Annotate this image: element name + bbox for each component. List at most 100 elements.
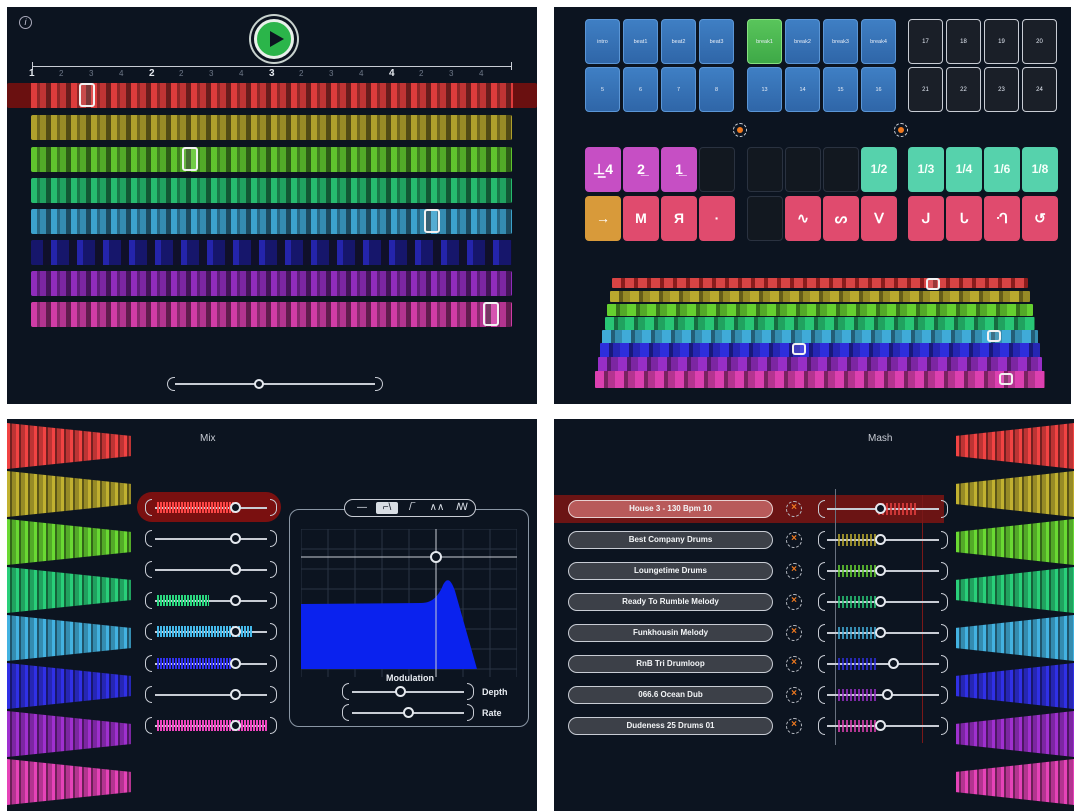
scene-pad[interactable]: 7 — [661, 67, 696, 112]
fx-pad[interactable]: → — [585, 196, 621, 241]
scene-pad[interactable]: beat3 — [699, 19, 734, 64]
remove-icon[interactable]: × — [786, 687, 802, 703]
track-volume-knob[interactable] — [230, 626, 241, 637]
zoom-slider[interactable] — [167, 377, 383, 391]
track-volume-knob[interactable] — [230, 720, 241, 731]
filter-type-selector[interactable]: — ⌐\/‾ ∧∧ ꟿ — [344, 499, 476, 517]
scene-pad[interactable]: break2 — [785, 19, 820, 64]
fx-pad[interactable]: 1/6 — [984, 147, 1020, 192]
remove-icon[interactable]: × — [786, 594, 802, 610]
scene-pad[interactable]: 14 — [785, 67, 820, 112]
fx-pad[interactable]: ↺ — [1022, 196, 1058, 241]
filter-type-option[interactable]: ꟿ — [451, 502, 473, 514]
scene-pad[interactable]: break4 — [861, 19, 896, 64]
filter-type-option[interactable]: — — [351, 502, 373, 514]
scene-pad[interactable]: break1 — [747, 19, 782, 64]
loop-name-button[interactable]: House 3 - 130 Bpm 10 — [568, 500, 773, 518]
loop-volume-slider[interactable] — [818, 562, 948, 580]
loop-volume-knob[interactable] — [875, 565, 886, 576]
track-position-marker[interactable] — [79, 83, 95, 107]
track-volume-slider[interactable] — [145, 623, 277, 640]
scene-pad-empty[interactable]: 17 — [908, 19, 943, 64]
track-volume-slider[interactable] — [145, 717, 277, 734]
track-lane[interactable] — [31, 178, 512, 203]
fx-pad[interactable]: 1̲ — [661, 147, 697, 192]
fx-pad[interactable]: 2̲ — [623, 147, 659, 192]
loop-volume-knob[interactable] — [875, 720, 886, 731]
fx-left-knob[interactable] — [733, 123, 747, 137]
remove-icon[interactable]: × — [786, 656, 802, 672]
scene-pad-empty[interactable]: 20 — [1022, 19, 1057, 64]
scene-pad-empty[interactable]: 19 — [984, 19, 1019, 64]
loop-volume-slider[interactable] — [818, 500, 948, 518]
track-volume-slider[interactable] — [145, 561, 277, 578]
fx-pad[interactable]: ∿ — [785, 196, 821, 241]
scene-pad[interactable]: 6 — [623, 67, 658, 112]
zoom-slider-knob[interactable] — [254, 379, 264, 389]
track-lane[interactable] — [31, 115, 512, 140]
filter-graph[interactable] — [301, 529, 517, 677]
depth-slider[interactable] — [342, 683, 474, 700]
loop-name-button[interactable]: Best Company Drums — [568, 531, 773, 549]
loop-name-button[interactable]: RnB Tri Drumloop — [568, 655, 773, 673]
loop-name-button[interactable]: Loungetime Drums — [568, 562, 773, 580]
remove-icon[interactable]: × — [786, 563, 802, 579]
track-lane[interactable] — [31, 147, 512, 172]
track-position-marker[interactable] — [182, 147, 198, 171]
remove-icon[interactable]: × — [786, 532, 802, 548]
track-volume-slider[interactable] — [145, 592, 277, 609]
scene-pad[interactable]: beat2 — [661, 19, 696, 64]
track-volume-knob[interactable] — [230, 658, 241, 669]
filter-cutoff-knob[interactable] — [430, 551, 442, 563]
remove-icon[interactable]: × — [786, 501, 802, 517]
scene-pad[interactable]: intro — [585, 19, 620, 64]
scene-pad-empty[interactable]: 23 — [984, 67, 1019, 112]
fx-pad[interactable]: ᒐ — [946, 196, 982, 241]
track-volume-slider[interactable] — [145, 499, 277, 516]
fx-right-knob[interactable] — [894, 123, 908, 137]
track-volume-slider[interactable] — [145, 686, 277, 703]
fx-pad[interactable]: 1/4 — [946, 147, 982, 192]
rate-slider-knob[interactable] — [403, 707, 414, 718]
fx-pad[interactable]: 1/3 — [908, 147, 944, 192]
loop-volume-slider[interactable] — [818, 624, 948, 642]
scene-pad-empty[interactable]: 21 — [908, 67, 943, 112]
scene-pad[interactable]: 5 — [585, 67, 620, 112]
scene-pad[interactable]: 16 — [861, 67, 896, 112]
scene-pad-empty[interactable]: 18 — [946, 19, 981, 64]
loop-volume-knob[interactable] — [875, 596, 886, 607]
loop-volume-slider[interactable] — [818, 593, 948, 611]
scene-pad-empty[interactable]: 24 — [1022, 67, 1057, 112]
loop-name-button[interactable]: 066.6 Ocean Dub — [568, 686, 773, 704]
scene-pad[interactable]: beat1 — [623, 19, 658, 64]
filter-type-option[interactable]: ∧∧ — [426, 502, 448, 514]
loop-volume-slider[interactable] — [818, 655, 948, 673]
fx-pad[interactable]: ᒒ — [984, 196, 1020, 241]
loop-name-button[interactable]: Ready To Rumble Melody — [568, 593, 773, 611]
loop-volume-knob[interactable] — [875, 503, 886, 514]
filter-type-option[interactable]: ⌐\ — [376, 502, 398, 514]
track-volume-knob[interactable] — [230, 689, 241, 700]
track-volume-slider[interactable] — [145, 530, 277, 547]
track-position-marker[interactable] — [483, 302, 499, 326]
remove-icon[interactable]: × — [786, 718, 802, 734]
play-button[interactable] — [254, 19, 294, 59]
fx-pad[interactable]: ᐯ — [861, 196, 897, 241]
loop-volume-knob[interactable] — [875, 534, 886, 545]
fx-pad[interactable]: Я — [661, 196, 697, 241]
scene-pad-empty[interactable]: 22 — [946, 67, 981, 112]
rate-slider[interactable] — [342, 704, 474, 721]
fx-pad[interactable]: M — [623, 196, 659, 241]
filter-type-option[interactable]: /‾ — [401, 502, 423, 514]
loop-volume-slider[interactable] — [818, 686, 948, 704]
track-position-marker[interactable] — [424, 209, 440, 233]
info-icon[interactable]: i — [19, 16, 32, 29]
scene-pad[interactable]: 15 — [823, 67, 858, 112]
fx-pad[interactable]: 1/8 — [1022, 147, 1058, 192]
scene-pad[interactable]: 13 — [747, 67, 782, 112]
fx-pad[interactable]: ⊥̲4 — [585, 147, 621, 192]
track-volume-slider[interactable] — [145, 655, 277, 672]
loop-name-button[interactable]: Funkhousin Melody — [568, 624, 773, 642]
track-volume-knob[interactable] — [230, 564, 241, 575]
loop-volume-knob[interactable] — [882, 689, 893, 700]
